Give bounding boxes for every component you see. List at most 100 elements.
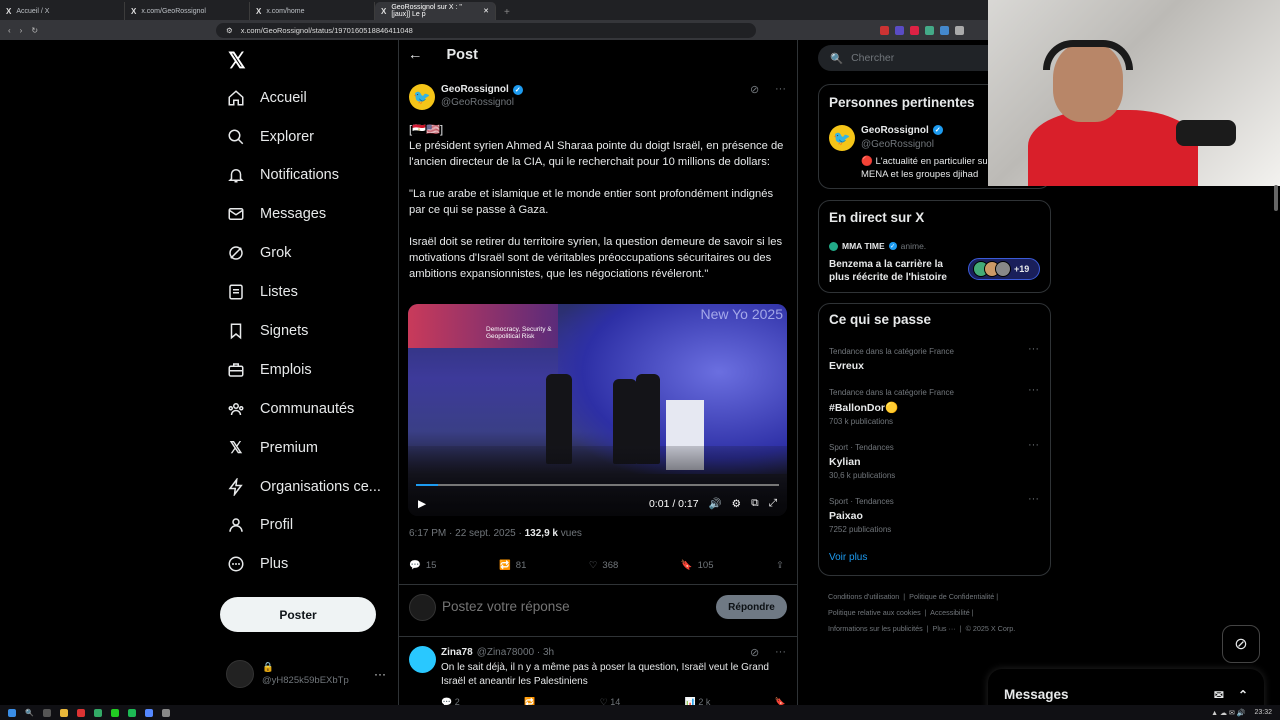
play-icon[interactable]: ▶ (418, 498, 426, 510)
commenter-handle[interactable]: @Zina78000 · 3h (477, 647, 554, 658)
new-message-icon[interactable]: ✉ (1214, 688, 1224, 702)
extension-icon[interactable] (910, 25, 919, 35)
forward-icon[interactable]: › (20, 26, 23, 35)
live-title[interactable]: Benzema a la carrière la plus réécrite d… (829, 258, 954, 284)
taskview-icon[interactable] (42, 708, 51, 717)
person-bio: 🔴 L'actualité en particulier sur MENA et… (861, 156, 991, 180)
trend-item[interactable]: Tendance dans la catégorie France Evreux (829, 344, 954, 372)
share-button[interactable]: ⇪ (776, 560, 784, 571)
extension-icon[interactable] (880, 25, 889, 35)
nav-item-grok[interactable]: Grok (226, 243, 291, 263)
author-name-row[interactable]: GeoRossignol ✓ (441, 84, 523, 95)
explorer-icon[interactable] (59, 708, 68, 717)
nav-item-messages[interactable]: Messages (226, 204, 326, 224)
nav-item-profil[interactable]: Profil (226, 515, 293, 535)
more-icon[interactable]: ··· (1028, 384, 1039, 396)
grok-analyze-icon[interactable]: ⊘ (750, 646, 759, 659)
browser-tab[interactable]: Xx.com/GeoRossignol (125, 2, 250, 20)
commenter-avatar[interactable] (409, 646, 436, 673)
more-icon[interactable]: ··· (775, 646, 786, 658)
post-button[interactable]: Poster (220, 597, 376, 632)
browser-tab-active[interactable]: X GeoRossignol sur X : "[jaux]] Le p ✕ (375, 2, 496, 20)
extension-icon[interactable] (895, 25, 904, 35)
footer-link[interactable]: Informations sur les publicités (828, 624, 923, 633)
account-switcher[interactable]: 🔒 @yH825k59bEXbTp ··· (226, 660, 386, 688)
bookmark-button[interactable]: 🔖 105 (681, 560, 714, 571)
footer-link[interactable]: Accessibilité (930, 608, 970, 617)
pip-icon[interactable]: ⧉ (751, 497, 759, 510)
x-logo-icon[interactable]: 𝕏 (228, 48, 246, 74)
video-progress-bar[interactable] (416, 484, 779, 486)
person-name-row[interactable]: GeoRossignol ✓ (861, 125, 943, 136)
like-button[interactable]: ♡ 368 (589, 560, 618, 571)
reload-icon[interactable]: ↻ (31, 26, 38, 35)
nav-item-emplois[interactable]: Emplois (226, 360, 312, 380)
more-icon[interactable]: ··· (1028, 439, 1039, 451)
trend-item[interactable]: Tendance dans la catégorie France #Ballon… (829, 385, 954, 426)
close-tab-icon[interactable]: ✕ (483, 7, 489, 15)
trend-category: Tendance dans la catégorie France (829, 388, 954, 397)
video-player[interactable]: Democracy, Security & Geopolitical Risk … (408, 304, 787, 516)
live-host[interactable]: MMA TIME ✓ anime. (829, 241, 926, 251)
clock[interactable]: 23:32 (1254, 709, 1272, 716)
nav-item-explorer[interactable]: Explorer (226, 127, 314, 147)
briefcase-icon (226, 360, 246, 380)
footer-link[interactable]: Plus ··· (933, 624, 956, 633)
start-icon[interactable] (8, 708, 16, 717)
author-avatar[interactable]: 🐦 (409, 84, 435, 110)
extension-icon[interactable] (925, 25, 934, 35)
trend-item[interactable]: Sport · Tendances Kylian 30,6 k publicatio… (829, 440, 895, 480)
settings-icon[interactable]: ⚙ (732, 498, 741, 510)
extension-icon[interactable] (940, 25, 949, 35)
nav-item-notifications[interactable]: Notifications (226, 165, 339, 185)
live-participants[interactable]: +19 (968, 258, 1040, 280)
commenter-name[interactable]: Zina78 (441, 647, 473, 658)
url-field[interactable]: ⚙ x.com/GeoRossignol/status/197016051884… (216, 22, 756, 38)
footer-link[interactable]: Conditions d'utilisation (828, 592, 899, 601)
footer-link[interactable]: Politique relative aux cookies (828, 608, 921, 617)
extension-icon[interactable] (955, 25, 964, 35)
nav-item-organisations[interactable]: Organisations ce... (226, 477, 381, 497)
nav-item-signets[interactable]: Signets (226, 321, 308, 341)
tweet-timestamp[interactable]: 6:17 PM · 22 sept. 2025 · (409, 528, 525, 539)
app-icon[interactable] (93, 708, 102, 717)
reply-submit-button[interactable]: Répondre (716, 595, 787, 619)
nav-item-communautes[interactable]: Communautés (226, 399, 354, 419)
nav-item-listes[interactable]: Listes (226, 282, 298, 302)
more-icon[interactable]: ··· (374, 667, 386, 681)
back-arrow-icon[interactable]: ← (408, 47, 423, 63)
volume-icon[interactable]: 🔊 (709, 497, 722, 510)
repost-button[interactable]: 🔁 81 (499, 560, 526, 571)
browser-tab[interactable]: X Accueil / X (0, 2, 125, 20)
nav-label: Plus (260, 556, 289, 572)
trend-item[interactable]: Sport · Tendances Paixao 7252 publications (829, 494, 894, 534)
nav-item-plus[interactable]: Plus (226, 554, 288, 574)
fullscreen-icon[interactable]: ⤢ (769, 497, 777, 510)
app-icon[interactable] (110, 708, 119, 717)
grok-button[interactable]: ⊘ (1222, 625, 1260, 663)
search-icon[interactable]: 🔍 (25, 709, 34, 717)
reply-button[interactable]: 💬 15 (409, 560, 436, 571)
scrollbar-thumb[interactable] (1274, 185, 1278, 211)
nav-item-accueil[interactable]: Accueil (226, 88, 307, 108)
app-icon[interactable] (161, 708, 170, 717)
nav-item-premium[interactable]: 𝕏 Premium (226, 438, 318, 458)
more-icon[interactable]: ··· (1028, 343, 1039, 355)
site-info-icon[interactable]: ⚙ (226, 26, 233, 35)
new-tab-icon[interactable]: + (496, 7, 518, 20)
expand-icon[interactable]: ⌃ (1238, 688, 1248, 702)
app-icon[interactable] (127, 708, 136, 717)
grok-analyze-icon[interactable]: ⊘ (750, 83, 759, 96)
browser-tab[interactable]: Xx.com/home (250, 2, 375, 20)
reply-input[interactable] (442, 599, 702, 614)
browser-icon[interactable] (76, 708, 85, 717)
author-handle[interactable]: @GeoRossignol (441, 97, 514, 108)
app-icon[interactable] (144, 708, 153, 717)
account-handle: @yH825k59bEXbTp (262, 675, 349, 686)
more-icon[interactable]: ··· (1028, 493, 1039, 505)
footer-link[interactable]: Politique de Confidentialité (909, 592, 994, 601)
avatar[interactable]: 🐦 (829, 125, 855, 151)
show-more-link[interactable]: Voir plus (829, 552, 867, 563)
more-icon[interactable]: ··· (775, 83, 786, 95)
back-icon[interactable]: ‹ (8, 26, 11, 35)
